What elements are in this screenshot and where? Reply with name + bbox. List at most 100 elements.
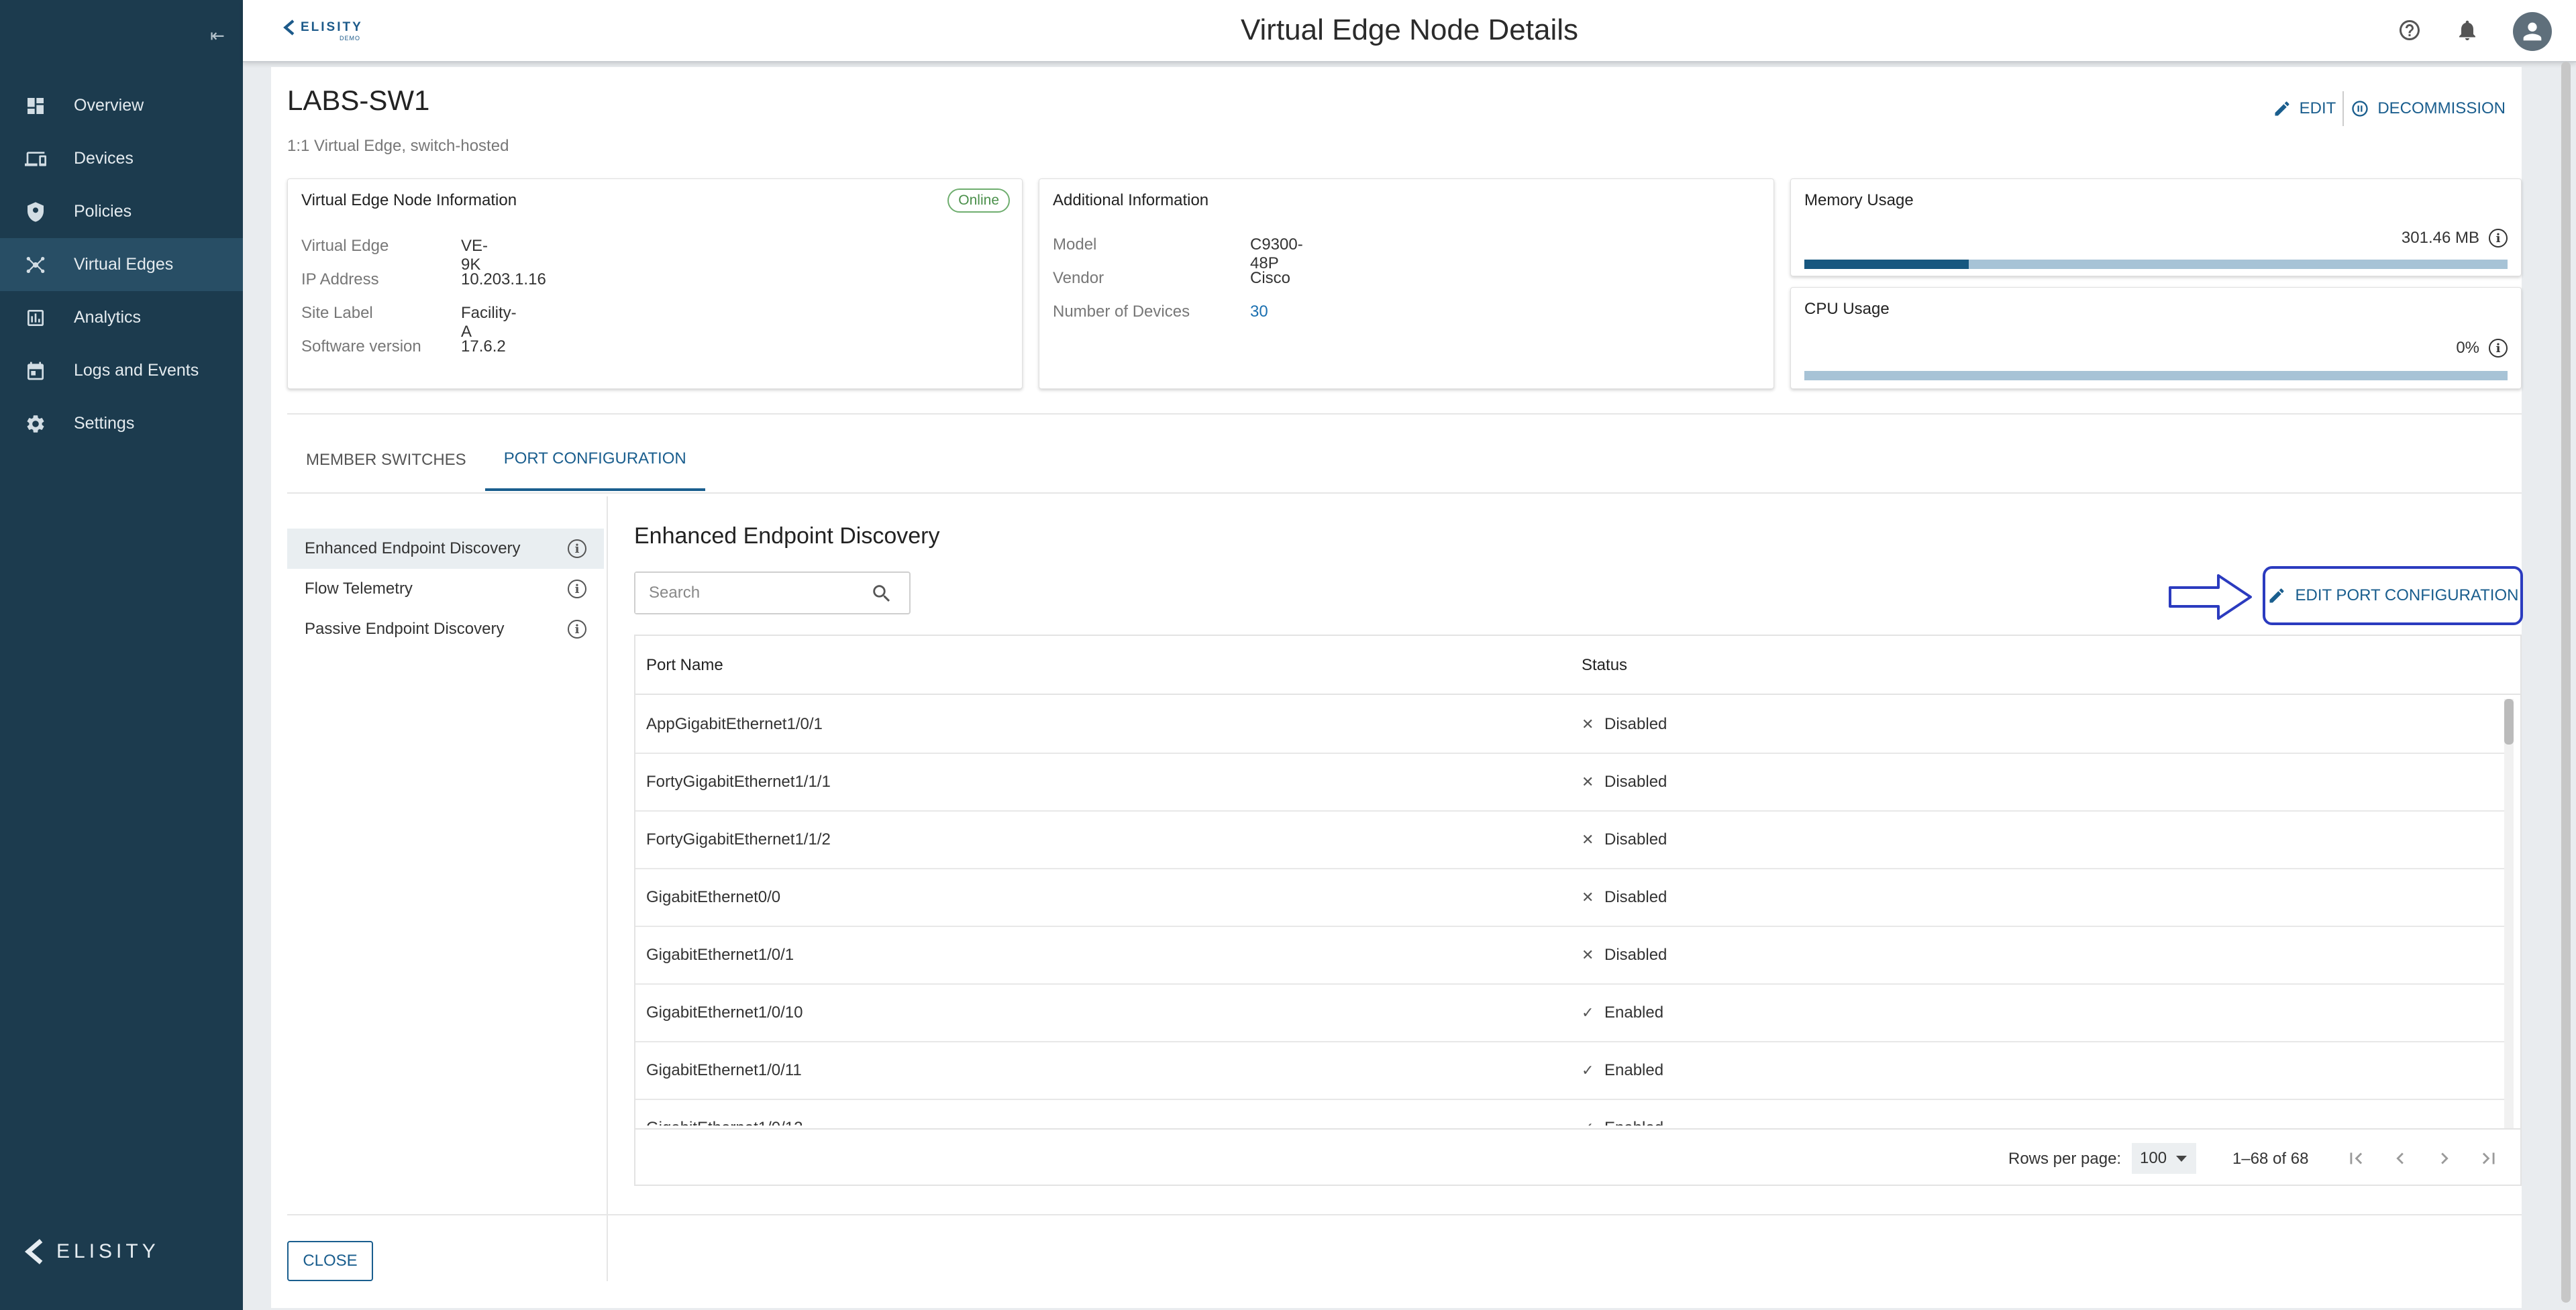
table-row[interactable]: AppGigabitEthernet1/0/1 ✕ Disabled [635, 696, 2508, 754]
status-cell: ✕ Disabled [1582, 946, 1667, 965]
field-value: 10.203.1.16 [461, 270, 546, 288]
table-row[interactable]: GigabitEthernet1/0/11 ✓ Enabled [635, 1042, 2508, 1100]
port-name: GigabitEthernet1/0/11 [646, 1061, 802, 1079]
field-value: Facility-A [461, 304, 517, 341]
first-page-icon[interactable] [2344, 1143, 2368, 1174]
arrow-right-icon [2169, 574, 2252, 620]
check-icon: ✓ [1582, 1004, 1594, 1021]
search-input[interactable] [635, 573, 850, 613]
status-cell: ✕ Disabled [1582, 888, 1667, 907]
cpu-usage-card: CPU Usage 0% i [1790, 287, 2522, 389]
table-scrollbar[interactable] [2504, 699, 2514, 1128]
edit-button[interactable]: EDIT [2266, 91, 2343, 126]
gear-icon [24, 413, 47, 435]
memory-progress-bar [1804, 260, 2508, 269]
status-text: Disabled [1604, 773, 1667, 791]
page-scrollbar[interactable] [2561, 62, 2571, 1308]
port-name: AppGigabitEthernet1/0/1 [646, 715, 823, 733]
user-avatar[interactable] [2513, 12, 2552, 51]
section-title: Enhanced Endpoint Discovery [634, 523, 940, 549]
status-cell: ✕ Disabled [1582, 715, 1667, 734]
node-actions: EDIT DECOMMISSION [2266, 91, 2512, 126]
tab-member-switches[interactable]: MEMBER SWITCHES [287, 429, 485, 491]
table-row[interactable]: FortyGigabitEthernet1/1/2 ✕ Disabled [635, 812, 2508, 869]
info-icon[interactable]: i [568, 620, 586, 639]
status-cell: ✓ Enabled [1582, 1119, 1663, 1126]
last-page-icon[interactable] [2477, 1143, 2501, 1174]
memory-value-text: 301.46 MB [2401, 229, 2479, 247]
scrollbar-thumb[interactable] [2561, 62, 2571, 1303]
decommission-label: DECOMMISSION [2377, 99, 2506, 117]
check-icon: ✓ [1582, 1062, 1594, 1079]
rows-per-page-value: 100 [2140, 1149, 2167, 1167]
table-row[interactable]: GigabitEthernet0/0 ✕ Disabled [635, 869, 2508, 927]
column-header-status[interactable]: Status [1582, 656, 1627, 675]
menu-item-passive-endpoint-discovery[interactable]: Passive Endpoint Discovery i [287, 609, 604, 649]
menu-item-enhanced-endpoint-discovery[interactable]: Enhanced Endpoint Discovery i [287, 529, 604, 569]
search-box [634, 571, 911, 614]
rows-per-page-select[interactable]: 100 [2132, 1143, 2196, 1174]
tab-port-configuration[interactable]: PORT CONFIGURATION [484, 429, 705, 491]
collapse-sidebar-icon[interactable]: ⇤ [209, 25, 225, 46]
close-button[interactable]: CLOSE [287, 1241, 373, 1281]
info-icon[interactable]: i [2489, 229, 2508, 248]
sidebar-item-devices[interactable]: Devices [0, 132, 243, 185]
device-count-link[interactable]: 30 [1250, 303, 1268, 321]
top-bar: ELISITY DEMO Virtual Edge Node Details [243, 0, 2576, 62]
table-row[interactable]: GigabitEthernet1/0/12 ✓ Enabled [635, 1100, 2508, 1126]
divider [287, 1214, 2522, 1215]
sidebar-item-overview[interactable]: Overview [0, 79, 243, 132]
next-page-icon[interactable] [2432, 1143, 2457, 1174]
cpu-progress-bar [1804, 371, 2508, 380]
field-label: Virtual Edge [301, 237, 389, 255]
column-header-port-name[interactable]: Port Name [646, 656, 723, 675]
caret-down-icon [2176, 1155, 2187, 1162]
info-icon[interactable]: i [568, 539, 586, 558]
field-value: 17.6.2 [461, 337, 506, 356]
sidebar-item-label: Policies [74, 202, 132, 221]
policy-shield-icon [24, 201, 47, 223]
field-value: C9300-48P [1250, 235, 1303, 272]
table-row[interactable]: FortyGigabitEthernet1/1/1 ✕ Disabled [635, 754, 2508, 812]
info-row: Site Label Facility-A [301, 304, 517, 341]
search-icon[interactable] [870, 582, 893, 605]
notifications-bell-icon[interactable] [2455, 18, 2479, 46]
card-title: Memory Usage [1804, 191, 1914, 209]
rows-per-page-label: Rows per page: [2008, 1150, 2122, 1168]
previous-page-icon[interactable] [2388, 1143, 2412, 1174]
edit-label: EDIT [2299, 99, 2336, 117]
sidebar: ⇤ Overview Devices Policies Virtual Edge… [0, 0, 243, 1310]
scrollbar-thumb[interactable] [2504, 699, 2514, 745]
edit-port-configuration-button[interactable]: EDIT PORT CONFIGURATION [2263, 566, 2523, 625]
status-text: Disabled [1604, 888, 1667, 906]
cpu-value-text: 0% [2456, 339, 2479, 357]
info-icon[interactable]: i [2489, 339, 2508, 358]
divider [287, 492, 2522, 494]
dashboard-icon [24, 95, 47, 117]
sidebar-item-virtual-edges[interactable]: Virtual Edges [0, 238, 243, 291]
table-row[interactable]: GigabitEthernet1/0/10 ✓ Enabled [635, 985, 2508, 1042]
help-icon[interactable] [2398, 18, 2422, 46]
port-name: GigabitEthernet1/0/10 [646, 1003, 803, 1022]
vertical-divider [607, 496, 608, 1281]
field-label: Model [1053, 235, 1097, 254]
port-name: FortyGigabitEthernet1/1/1 [646, 773, 831, 791]
memory-usage-card: Memory Usage 301.46 MB i [1790, 178, 2522, 276]
sidebar-item-label: Analytics [74, 308, 142, 327]
sidebar-item-label: Logs and Events [74, 361, 199, 380]
close-icon: ✕ [1582, 831, 1594, 848]
hub-icon [24, 254, 47, 276]
table-row[interactable]: GigabitEthernet1/0/1 ✕ Disabled [635, 927, 2508, 985]
decommission-button[interactable]: DECOMMISSION [2344, 91, 2512, 126]
check-icon: ✓ [1582, 1120, 1595, 1126]
info-row: IP Address 10.203.1.16 [301, 270, 546, 289]
sidebar-item-analytics[interactable]: Analytics [0, 291, 243, 344]
status-cell: ✕ Disabled [1582, 830, 1667, 849]
user-icon [2523, 22, 2542, 41]
sidebar-item-settings[interactable]: Settings [0, 397, 243, 450]
sidebar-item-logs-and-events[interactable]: Logs and Events [0, 344, 243, 397]
status-text: Enabled [1604, 1119, 1663, 1126]
menu-item-flow-telemetry[interactable]: Flow Telemetry i [287, 569, 604, 609]
info-icon[interactable]: i [568, 580, 586, 598]
sidebar-item-policies[interactable]: Policies [0, 185, 243, 238]
